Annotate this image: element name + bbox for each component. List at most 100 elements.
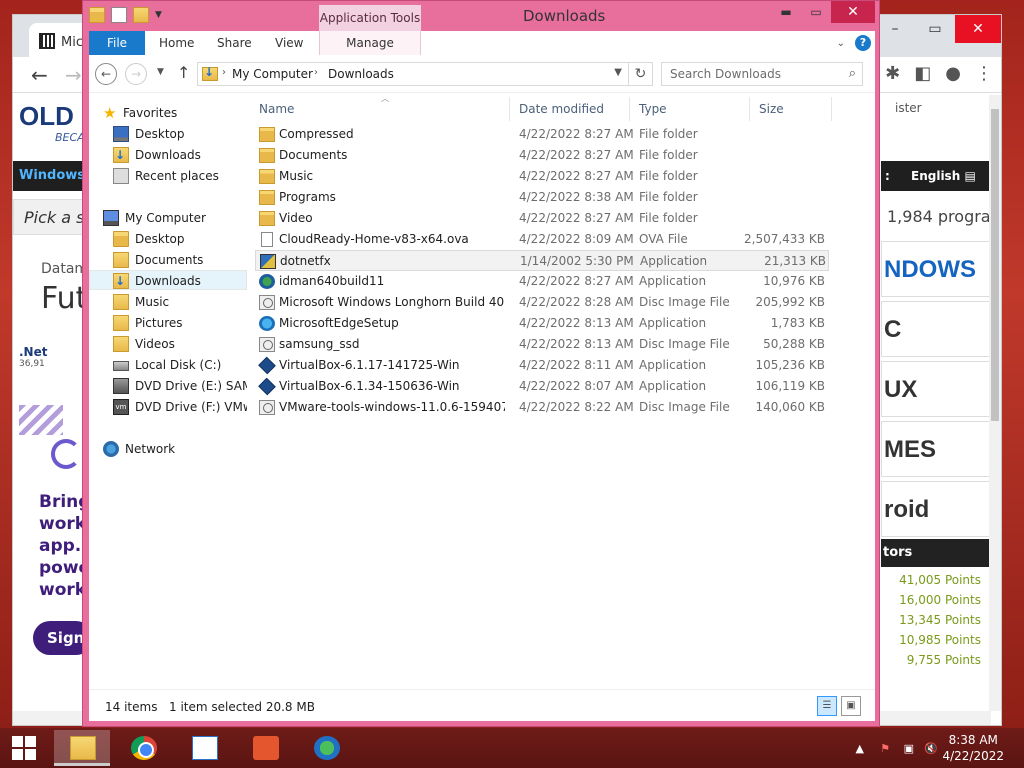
large-icons-view-icon[interactable]: ▣ (841, 696, 861, 716)
file-row[interactable]: VMware-tools-windows-11.0.6-15940789 4/22… (255, 397, 829, 418)
site-nav-windows[interactable]: Windows (13, 161, 85, 191)
browser-back-icon[interactable]: ← (31, 63, 48, 87)
action-center-flag-icon[interactable]: ⚑ (880, 742, 890, 755)
nav-local-disk[interactable]: Local Disk (C:) (89, 355, 247, 375)
explorer-minimize-icon[interactable]: ▬ (771, 1, 801, 23)
network-tray-icon[interactable]: ▣ (904, 742, 914, 755)
profile-icon[interactable]: ● (945, 63, 961, 84)
nav-pc-videos[interactable]: Videos (89, 334, 247, 354)
file-row[interactable]: CloudReady-Home-v83-x64.ova 4/22/2022 8:0… (255, 229, 829, 250)
category-linux[interactable]: UX (881, 361, 991, 417)
language-selector[interactable]: : English ▤ (881, 161, 991, 191)
recent-locations-icon[interactable]: ▼ (157, 67, 164, 77)
extensions-icon[interactable]: ✱ (885, 63, 900, 84)
volume-muted-icon[interactable]: 🔇 (924, 742, 938, 755)
column-header-date[interactable]: Date modified (519, 97, 604, 121)
ribbon-tab-share[interactable]: Share (217, 31, 252, 55)
nav-favorites-downloads[interactable]: Downloads (89, 145, 247, 165)
taskbar-people-app[interactable] (237, 730, 293, 766)
breadcrumb-separator-icon[interactable]: › (314, 67, 318, 78)
browser-scroll-thumb[interactable] (991, 109, 999, 421)
category-windows[interactable]: NDOWS (881, 241, 991, 297)
column-divider[interactable] (629, 97, 630, 121)
details-view-icon[interactable]: ☰ (817, 696, 837, 716)
file-row[interactable]: VirtualBox-6.1.34-150636-Win 4/22/2022 8:… (255, 376, 829, 397)
file-row[interactable]: Music 4/22/2022 8:27 AM File folder (255, 166, 829, 187)
nav-pc-documents[interactable]: Documents (89, 250, 247, 270)
show-hidden-icons-icon[interactable]: ▲ (856, 742, 864, 755)
column-divider[interactable] (831, 97, 832, 121)
nav-favorites[interactable]: ★ Favorites (89, 103, 247, 123)
browser-menu-icon[interactable]: ⋮ (975, 63, 993, 84)
taskbar-idm[interactable] (298, 730, 354, 766)
file-row[interactable]: idman640build11 4/22/2022 8:27 AM Applicat… (255, 271, 829, 292)
ribbon-tab-home[interactable]: Home (159, 31, 194, 55)
explorer-title-bar[interactable]: ▼ Application Tools Downloads ▬ ▭ ✕ (83, 1, 879, 35)
expand-ribbon-icon[interactable]: ⌄ (837, 38, 845, 49)
file-row[interactable]: Programs 4/22/2022 8:38 AM File folder (255, 187, 829, 208)
register-link[interactable]: ister (895, 101, 922, 115)
file-row[interactable]: Video 4/22/2022 8:27 AM File folder (255, 208, 829, 229)
explorer-close-icon[interactable]: ✕ (831, 1, 875, 23)
ribbon-tab-view[interactable]: View (275, 31, 303, 55)
browser-forward-icon[interactable]: → (65, 63, 82, 87)
nav-favorites-desktop[interactable]: Desktop (89, 124, 247, 144)
address-box[interactable]: › My Computer › Downloads ▼ (197, 62, 629, 86)
column-divider[interactable] (749, 97, 750, 121)
breadcrumb-my-computer[interactable]: My Computer (232, 67, 313, 81)
browser-vertical-scrollbar[interactable] (989, 95, 1001, 711)
ribbon-tab-file[interactable]: File (89, 31, 145, 55)
column-divider[interactable] (509, 97, 510, 121)
category-mac[interactable]: C (881, 301, 991, 357)
browser-minimize-icon[interactable]: – (875, 15, 915, 43)
explorer-app-icon[interactable] (89, 7, 105, 23)
nav-pc-downloads[interactable]: Downloads (89, 270, 247, 291)
nav-pc-music[interactable]: Music (89, 292, 247, 312)
forward-icon[interactable]: → (125, 63, 147, 85)
nav-dvd-drive-f[interactable]: vmDVD Drive (F:) VMwa (89, 397, 247, 417)
category-games[interactable]: MES (881, 421, 991, 477)
nav-recent-places[interactable]: Recent places (89, 166, 247, 186)
column-header-size[interactable]: Size (759, 97, 784, 121)
start-button[interactable] (0, 728, 50, 768)
file-row-selected[interactable]: dotnetfx 1/14/2002 5:30 PM Application 21,3… (255, 250, 829, 271)
column-header-name[interactable]: Name (259, 97, 294, 121)
file-row[interactable]: MicrosoftEdgeSetup 4/22/2022 8:13 AM Appli… (255, 313, 829, 334)
search-input[interactable]: Search Downloads ⌕ (661, 62, 863, 86)
nav-network[interactable]: Network (89, 439, 247, 459)
breadcrumb-separator-icon[interactable]: › (222, 67, 226, 78)
file-row[interactable]: Compressed 4/22/2022 8:27 AM File folder (255, 124, 829, 145)
system-clock[interactable]: 8:38 AM 4/22/2022 (942, 732, 1004, 764)
back-icon[interactable]: ← (95, 63, 117, 85)
site-search-box[interactable]: Pick a so (13, 199, 85, 235)
taskbar-file-explorer[interactable] (54, 730, 110, 766)
address-dropdown-icon[interactable]: ▼ (614, 67, 622, 78)
file-row[interactable]: samsung_ssd 4/22/2022 8:13 AM Disc Image F… (255, 334, 829, 355)
properties-icon[interactable] (111, 7, 127, 23)
taskbar-task-app[interactable] (176, 730, 232, 766)
side-panel-icon[interactable]: ◧ (914, 63, 931, 84)
site-logo[interactable]: OLD (19, 101, 74, 132)
new-folder-icon[interactable] (133, 7, 149, 23)
refresh-icon[interactable]: ↻ (629, 62, 653, 86)
customize-toolbar-icon[interactable]: ▼ (155, 7, 165, 23)
browser-close-icon[interactable]: ✕ (955, 15, 1001, 43)
file-row[interactable]: Documents 4/22/2022 8:27 AM File folder (255, 145, 829, 166)
nav-pc-pictures[interactable]: Pictures (89, 313, 247, 333)
nav-pc-desktop[interactable]: Desktop (89, 229, 247, 249)
up-icon[interactable]: ↑ (177, 63, 190, 82)
taskbar-chrome[interactable] (115, 730, 171, 766)
explorer-maximize-icon[interactable]: ▭ (801, 1, 831, 23)
ribbon-tab-manage[interactable]: Manage (319, 31, 421, 55)
browser-maximize-icon[interactable]: ▭ (915, 15, 955, 43)
promo-sign-button[interactable]: Sign (33, 621, 85, 655)
nav-my-computer[interactable]: My Computer (89, 208, 247, 228)
column-header-type[interactable]: Type (639, 97, 667, 121)
file-row[interactable]: Microsoft Windows Longhorn Build 4020...… (255, 292, 829, 313)
help-icon[interactable]: ? (855, 35, 871, 51)
category-android[interactable]: roid (881, 481, 991, 537)
file-row[interactable]: VirtualBox-6.1.17-141725-Win 4/22/2022 8:… (255, 355, 829, 376)
nav-dvd-drive-e[interactable]: DVD Drive (E:) SAMS (89, 376, 247, 396)
breadcrumb-downloads[interactable]: Downloads (328, 67, 394, 81)
file-explorer-window[interactable]: ▼ Application Tools Downloads ▬ ▭ ✕ File… (82, 0, 880, 727)
